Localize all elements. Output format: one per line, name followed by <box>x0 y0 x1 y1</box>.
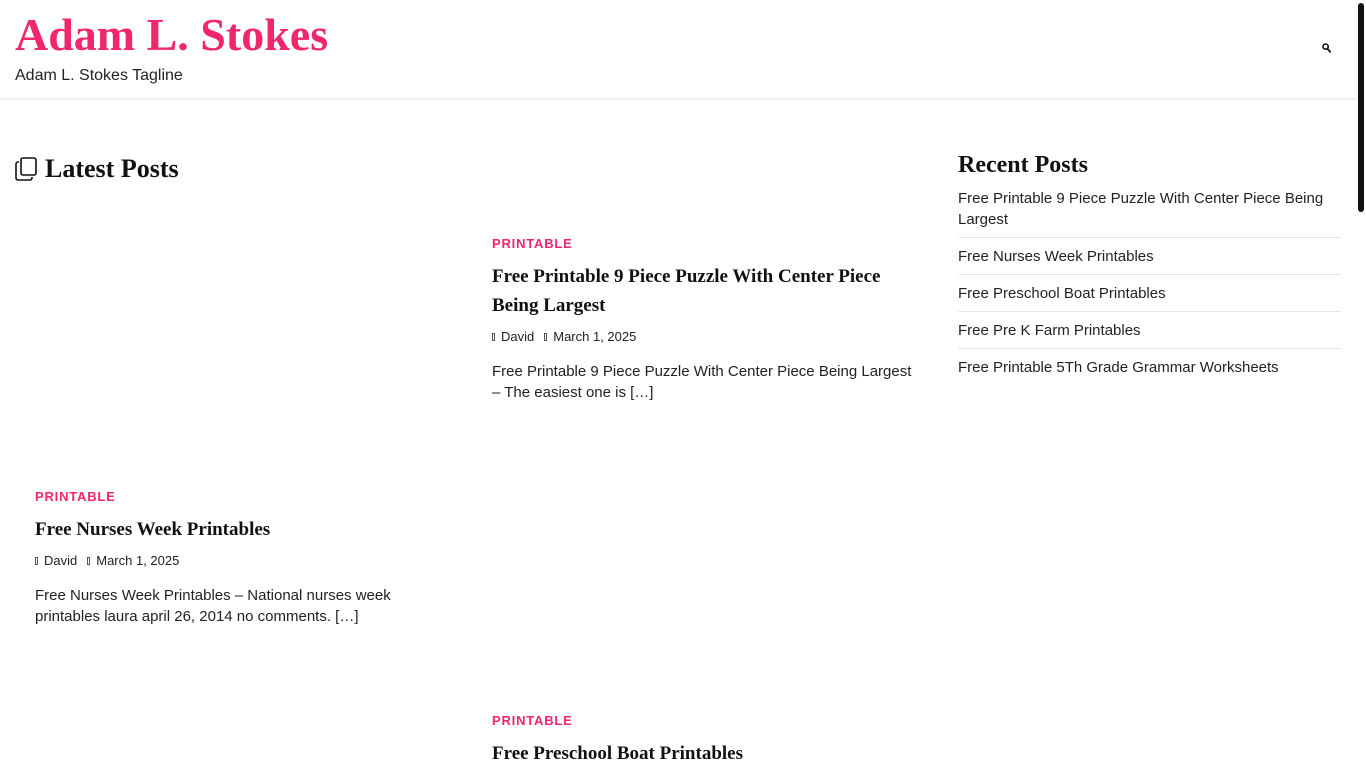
post-card: PRINTABLE Free Nurses Week Printables Da… <box>35 489 455 627</box>
post-date-text: March 1, 2025 <box>553 329 637 344</box>
post-card: PRINTABLE Free Printable 9 Piece Puzzle … <box>492 236 912 403</box>
site-tagline: Adam L. Stokes Tagline <box>15 67 183 84</box>
post-category[interactable]: PRINTABLE <box>492 236 912 252</box>
latest-posts-heading: Latest Posts <box>15 154 179 184</box>
search-icon <box>1321 43 1331 53</box>
post-author[interactable]: David <box>492 328 534 346</box>
copy-icon <box>15 157 37 181</box>
recent-posts-title: Recent Posts <box>958 152 1088 178</box>
post-meta: David March 1, 2025 <box>35 552 455 570</box>
section-title: Latest Posts <box>45 154 179 183</box>
post-date[interactable]: March 1, 2025 <box>544 328 636 346</box>
user-icon <box>35 557 38 565</box>
recent-post-link[interactable]: Free Nurses Week Printables <box>958 238 1341 275</box>
scrollbar-thumb[interactable] <box>1358 3 1364 212</box>
recent-post-link[interactable]: Free Printable 5Th Grade Grammar Workshe… <box>958 349 1341 385</box>
post-category[interactable]: PRINTABLE <box>492 713 912 729</box>
post-date[interactable]: March 1, 2025 <box>87 552 179 570</box>
post-title[interactable]: Free Preschool Boat Printables <box>492 739 912 768</box>
post-author[interactable]: David <box>35 552 77 570</box>
calendar-icon <box>87 557 91 565</box>
sidebar: Recent Posts Free Printable 9 Piece Puzz… <box>958 150 1341 385</box>
recent-post-link[interactable]: Free Printable 9 Piece Puzzle With Cente… <box>958 188 1341 238</box>
recent-posts-list: Free Printable 9 Piece Puzzle With Cente… <box>958 188 1341 385</box>
site-title[interactable]: Adam L. Stokes <box>15 8 328 62</box>
user-icon <box>492 333 495 341</box>
search-button[interactable] <box>1318 40 1334 56</box>
post-meta: David March 1, 2025 <box>492 328 912 346</box>
recent-post-link[interactable]: Free Pre K Farm Printables <box>958 312 1341 349</box>
post-title[interactable]: Free Nurses Week Printables <box>35 515 455 544</box>
calendar-icon <box>544 333 548 341</box>
site-header: Adam L. Stokes Adam L. Stokes Tagline <box>0 0 1356 98</box>
post-excerpt: Free Nurses Week Printables – National n… <box>35 587 391 625</box>
post-author-name: David <box>501 329 535 344</box>
post-author-name: David <box>44 553 78 568</box>
post-card: PRINTABLE Free Preschool Boat Printables <box>492 713 912 768</box>
recent-post-link[interactable]: Free Preschool Boat Printables <box>958 275 1341 312</box>
post-title[interactable]: Free Printable 9 Piece Puzzle With Cente… <box>492 262 912 320</box>
post-date-text: March 1, 2025 <box>96 553 180 568</box>
post-excerpt: Free Printable 9 Piece Puzzle With Cente… <box>492 363 912 401</box>
scrollbar[interactable] <box>1356 0 1366 768</box>
post-category[interactable]: PRINTABLE <box>35 489 455 505</box>
